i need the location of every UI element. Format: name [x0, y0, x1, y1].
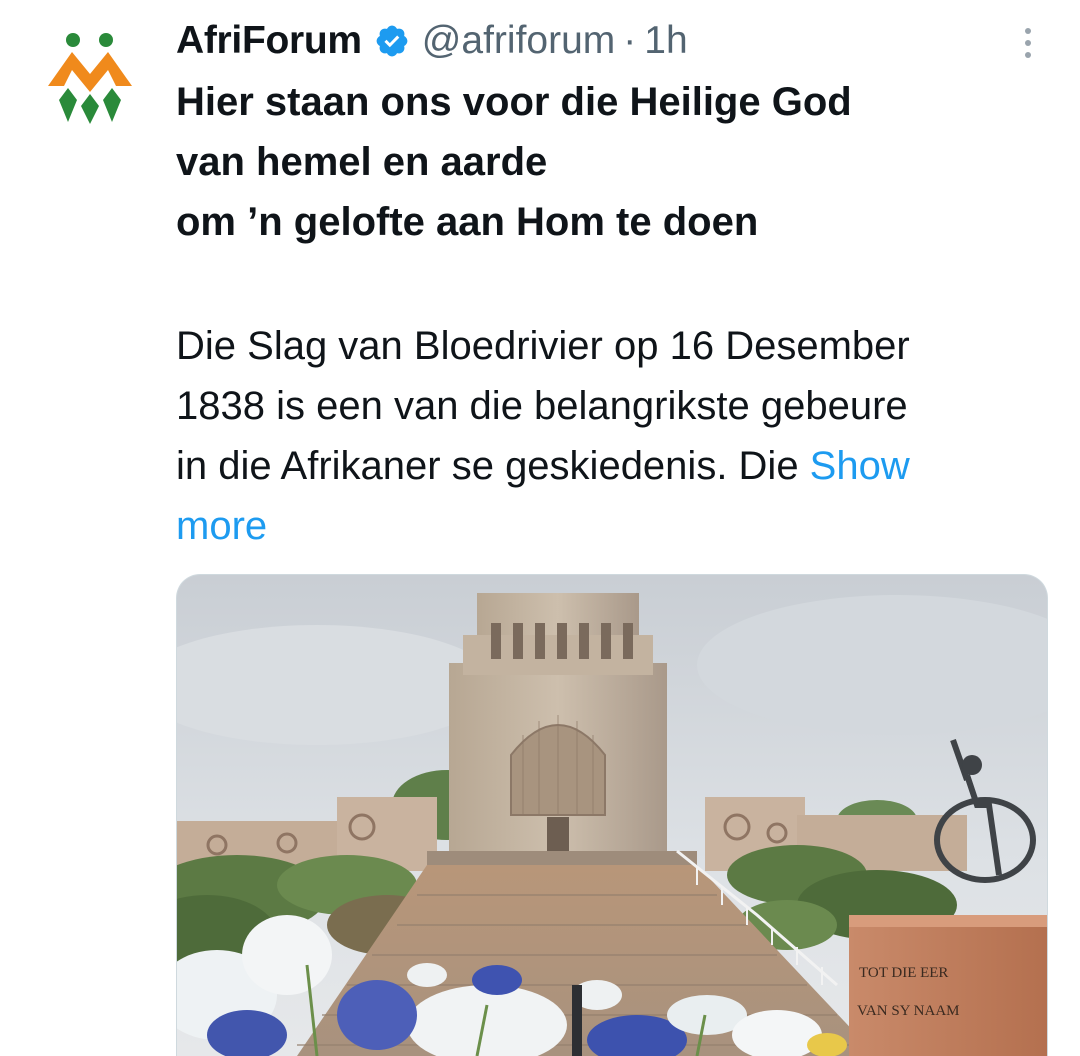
inscription-line-2: VAN SY NAAM: [857, 1003, 960, 1019]
inscription-line-1: TOT DIE EER: [859, 965, 948, 981]
tweet-timestamp[interactable]: 1h: [644, 19, 687, 63]
body-line: in die Afrikaner se geskiedenis. Die Sho…: [176, 436, 1056, 496]
show-more-link-continued[interactable]: more: [176, 504, 267, 548]
body-line: more: [176, 496, 1056, 556]
separator-dot: ·: [623, 19, 637, 62]
verified-badge-icon: [374, 23, 410, 59]
avatar[interactable]: [44, 28, 136, 128]
afriforum-logo-icon: [48, 33, 132, 124]
headline-line: van hemel en aarde: [176, 140, 548, 184]
body-line: Die Slag van Bloedrivier op 16 Desember: [176, 324, 910, 368]
author-handle[interactable]: @afriforum: [422, 19, 615, 63]
headline-line: Hier staan ons voor die Heilige God: [176, 80, 852, 124]
more-vertical-icon[interactable]: [1018, 24, 1038, 64]
tweet-header: AfriForum @afriforum · 1h: [176, 18, 688, 64]
voortrekker-monument-photo: TOT DIE EER VAN SY NAAM: [177, 575, 1047, 1056]
author-name[interactable]: AfriForum: [176, 19, 362, 63]
tweet-body: Die Slag van Bloedrivier op 16 Desember …: [176, 316, 1056, 556]
tweet-media-image[interactable]: TOT DIE EER VAN SY NAAM: [176, 574, 1048, 1056]
tweet-headline: Hier staan ons voor die Heilige God van …: [176, 72, 1036, 252]
body-line: 1838 is een van die belangrikste gebeure: [176, 384, 908, 428]
show-more-link[interactable]: Show: [810, 444, 910, 488]
body-line-text: in die Afrikaner se geskiedenis. Die: [176, 444, 810, 488]
headline-line: om ’n gelofte aan Hom te doen: [176, 200, 759, 244]
